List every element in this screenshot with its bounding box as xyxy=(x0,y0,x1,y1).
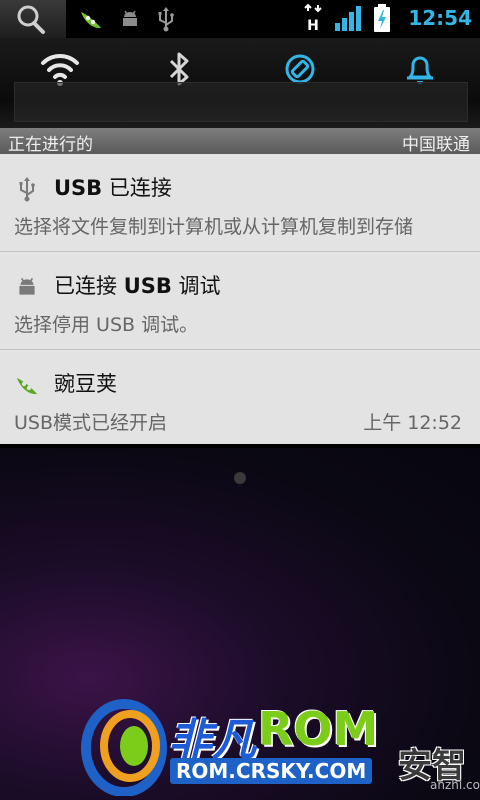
notification-title: 已连接 USB 调试 xyxy=(54,270,221,300)
watermark-brand-rom: ROM xyxy=(258,702,379,756)
title-pre: 已连接 xyxy=(54,274,124,298)
notification-body: 选择将文件复制到计算机或从计算机复制到存储 xyxy=(14,216,414,238)
clock: 12:54 xyxy=(408,6,472,30)
notification-wandoujia[interactable]: 豌豆荚 USB模式已经开启 上午 12:52 xyxy=(0,350,480,444)
ongoing-label: 正在进行的 xyxy=(8,135,93,155)
notification-time: 上午 12:52 xyxy=(363,412,462,434)
usb-icon xyxy=(19,177,35,202)
background-search-widget xyxy=(14,82,468,122)
title-rest: 已连接 xyxy=(102,176,172,200)
title-bold: USB xyxy=(54,176,103,200)
notification-body: 选择停用 USB 调试。 xyxy=(14,314,199,336)
wandoujia-pea-icon xyxy=(17,378,37,395)
notification-title: 豌豆荚 xyxy=(54,372,117,396)
watermark: 非凡 ROM ROM.CRSKY.COM 安智 anzhi.com xyxy=(0,692,480,800)
feifan-logo-ring xyxy=(81,699,167,796)
title-bold: USB xyxy=(123,274,172,298)
wallpaper-dot xyxy=(234,472,246,484)
ongoing-header: 正在进行的 中国联通 xyxy=(0,128,480,155)
title-rest: 调试 xyxy=(171,274,221,298)
battery-charging-icon xyxy=(374,4,391,32)
usb-icon xyxy=(158,7,174,32)
status-bar: H 12:54 xyxy=(0,0,480,38)
carrier-label: 中国联通 xyxy=(402,135,470,155)
search-icon xyxy=(17,5,45,34)
android-debug-icon xyxy=(19,277,35,295)
data-transfer-icon: H xyxy=(304,3,323,33)
notification-list: USB 已连接 选择将文件复制到计算机或从计算机复制到存储 已连接 USB 调试… xyxy=(0,154,480,444)
data-type-label: H xyxy=(307,18,319,33)
search-button[interactable] xyxy=(0,0,66,38)
signal-icon xyxy=(335,6,362,31)
wandoujia-pea-icon xyxy=(81,12,101,29)
watermark-anzhi-url: anzhi.com xyxy=(430,778,480,792)
android-debug-icon xyxy=(123,10,137,26)
notification-usb-connected[interactable]: USB 已连接 选择将文件复制到计算机或从计算机复制到存储 xyxy=(0,154,480,252)
watermark-url: ROM.CRSKY.COM xyxy=(170,758,373,784)
notification-title: USB 已连接 xyxy=(54,172,172,202)
notification-usb-debugging[interactable]: 已连接 USB 调试 选择停用 USB 调试。 xyxy=(0,252,480,350)
